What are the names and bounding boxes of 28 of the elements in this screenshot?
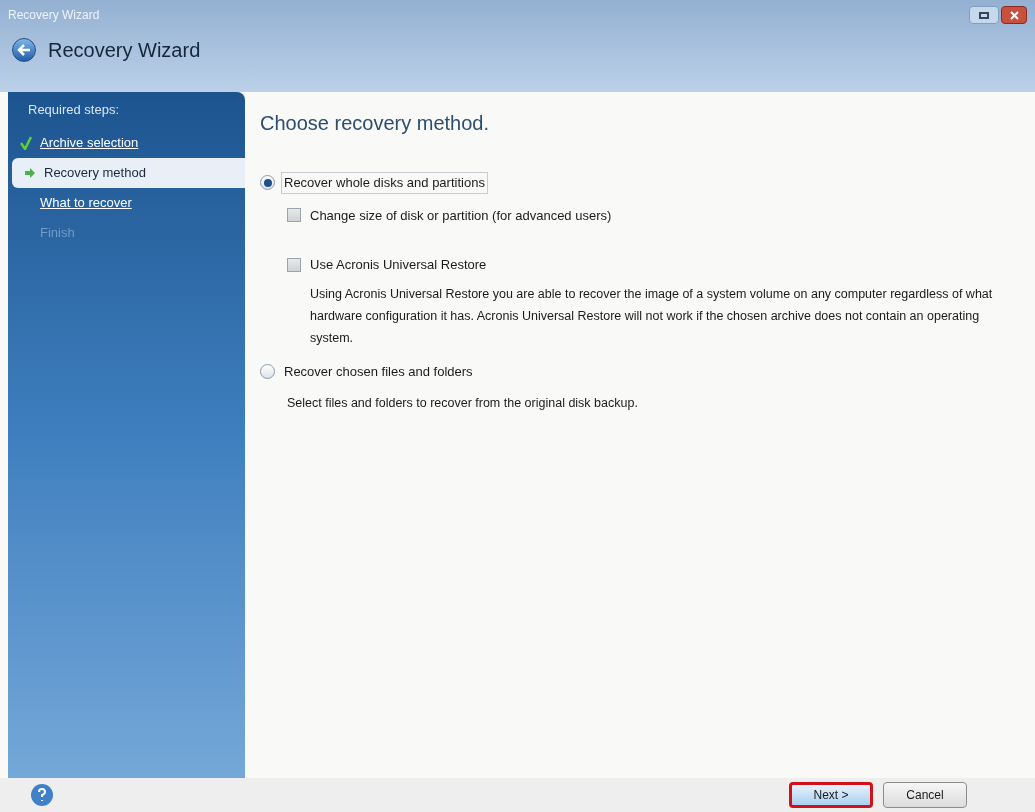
wizard-button[interactable]: Cancel: [883, 782, 967, 808]
step-item[interactable]: Archive selection: [8, 127, 245, 158]
page-title: Choose recovery method.: [260, 111, 490, 136]
help-icon[interactable]: [30, 783, 54, 807]
radio-label[interactable]: Recover whole disks and partitions: [281, 172, 488, 194]
checkbox-label[interactable]: Use Acronis Universal Restore: [310, 255, 487, 275]
radio-button[interactable]: [260, 363, 275, 379]
step-item[interactable]: Recovery method: [12, 157, 245, 188]
option-description: Select files and folders to recover from the original disk backup.: [286, 395, 639, 412]
wizard-button[interactable]: Next >: [789, 782, 873, 808]
window-title: Recovery Wizard: [8, 7, 100, 24]
checkbox-label[interactable]: Change size of disk or partition (for advanced users): [310, 205, 612, 225]
step-item[interactable]: What to recover: [8, 187, 245, 218]
back-arrow-icon: [17, 44, 31, 56]
wizard-title: Recovery Wizard: [48, 38, 201, 63]
close-button[interactable]: [1001, 6, 1027, 24]
back-button[interactable]: [12, 38, 36, 62]
option-description: Using Acronis Universal Restore you are able to recover the image of a system volume on any computer regardless of what hardware configuration it has. Acronis Universal Restore will not work if the chosen archive does not contain an operating system.: [309, 285, 994, 347]
checkbox[interactable]: [287, 257, 301, 272]
checkbox[interactable]: [287, 208, 301, 223]
radio-button[interactable]: [260, 175, 275, 191]
restore-button[interactable]: [969, 6, 999, 24]
check-icon: [20, 135, 32, 150]
radio-label[interactable]: Recover chosen files and folders: [281, 360, 476, 382]
close-icon: [1009, 10, 1019, 20]
restore-icon: [979, 11, 989, 19]
arrow-icon: [24, 166, 36, 179]
sidebar-heading: Required steps:: [27, 101, 121, 119]
